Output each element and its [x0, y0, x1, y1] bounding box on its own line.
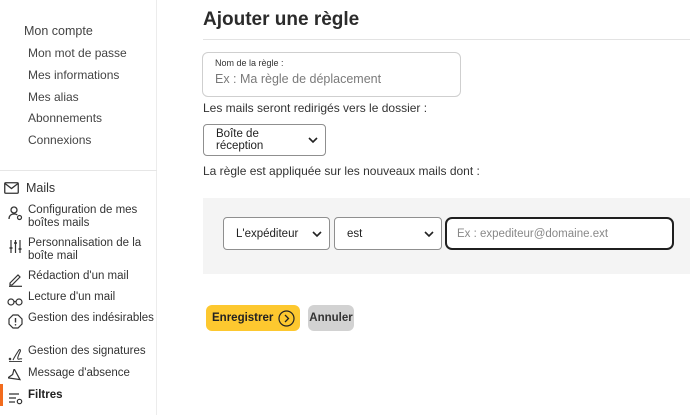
sidebar-item-compose[interactable]: Rédaction d'un mail	[6, 270, 156, 287]
chevron-down-icon	[424, 230, 434, 237]
glasses-icon	[6, 292, 24, 308]
sliders-icon	[6, 238, 24, 254]
sidebar-account-title[interactable]: Mon compte	[24, 24, 93, 38]
sidebar-item-spam[interactable]: Gestion des indésirables	[6, 312, 156, 329]
sidebar-item-label: Personnalisation de la boîte mail	[28, 237, 142, 262]
save-button[interactable]: Enregistrer	[206, 305, 300, 331]
pen-icon	[6, 271, 24, 287]
sidebar-item-label: Rédaction d'un mail	[28, 270, 129, 282]
redirect-instruction: Les mails seront redirigés vers le dossi…	[203, 101, 428, 115]
sidebar-item-reading[interactable]: Lecture d'un mail	[6, 291, 156, 308]
sidebar-item-connections[interactable]: Connexions	[28, 133, 91, 147]
chevron-down-icon	[312, 230, 322, 237]
sidebar-item-mailbox-customization[interactable]: Personnalisation de la boîte mail	[6, 237, 156, 263]
sidebar-item-label: Message d'absence	[28, 367, 130, 379]
cancel-button[interactable]: Annuler	[308, 305, 354, 331]
sidebar-mails-label: Mails	[26, 181, 56, 195]
condition-operator-select[interactable]: est	[334, 217, 442, 250]
chevron-down-icon	[308, 137, 318, 144]
condition-value-input[interactable]	[445, 217, 674, 250]
sidebar-item-label: Gestion des indésirables	[28, 312, 154, 324]
sidebar-item-absence[interactable]: Message d'absence	[6, 367, 156, 384]
applies-instruction: La règle est appliquée sur les nouveaux …	[203, 164, 480, 178]
user-gear-icon	[6, 205, 24, 221]
folder-select-value: Boîte de réception	[216, 128, 264, 152]
condition-operator-value: est	[347, 227, 363, 240]
alert-octagon-icon	[6, 313, 24, 329]
folder-select[interactable]: Boîte de réception	[203, 124, 326, 156]
sidebar-item-mailbox-config[interactable]: Configuration de mes boîtes mails	[6, 204, 156, 230]
sidebar-item-subscriptions[interactable]: Abonnements	[28, 111, 102, 125]
rule-name-label: Nom de la règle :	[215, 58, 284, 68]
sidebar-item-filters[interactable]: Filtres	[6, 389, 156, 406]
sidebar-item-aliases[interactable]: Mes alias	[28, 90, 79, 104]
sidebar: Mon compte Mon mot de passe Mes informat…	[0, 0, 157, 415]
sidebar-item-signatures[interactable]: Gestion des signatures	[6, 345, 156, 362]
arrow-right-circle-icon	[278, 309, 295, 327]
sidebar-active-indicator	[0, 384, 3, 406]
sidebar-item-label: Lecture d'un mail	[28, 291, 116, 303]
title-divider	[203, 39, 690, 40]
condition-field-value: L'expéditeur	[236, 227, 299, 240]
sidebar-item-label: Gestion des signatures	[28, 345, 146, 357]
condition-field-select[interactable]: L'expéditeur	[223, 217, 330, 250]
sidebar-item-information[interactable]: Mes informations	[28, 68, 119, 82]
sidebar-divider	[0, 170, 157, 171]
sidebar-item-label: Configuration de mes boîtes mails	[28, 204, 138, 229]
sidebar-section-mails[interactable]: Mails	[4, 181, 55, 195]
signature-icon	[6, 346, 24, 362]
rule-name-field[interactable]: Nom de la règle :	[202, 52, 461, 97]
page-title: Ajouter une règle	[203, 9, 360, 30]
rule-name-input[interactable]	[215, 72, 449, 86]
plane-icon	[6, 368, 24, 384]
filter-icon	[6, 390, 24, 406]
save-button-label: Enregistrer	[212, 312, 274, 324]
sidebar-item-password[interactable]: Mon mot de passe	[28, 46, 127, 60]
sidebar-item-label: Filtres	[28, 389, 63, 401]
envelope-icon	[4, 182, 19, 194]
